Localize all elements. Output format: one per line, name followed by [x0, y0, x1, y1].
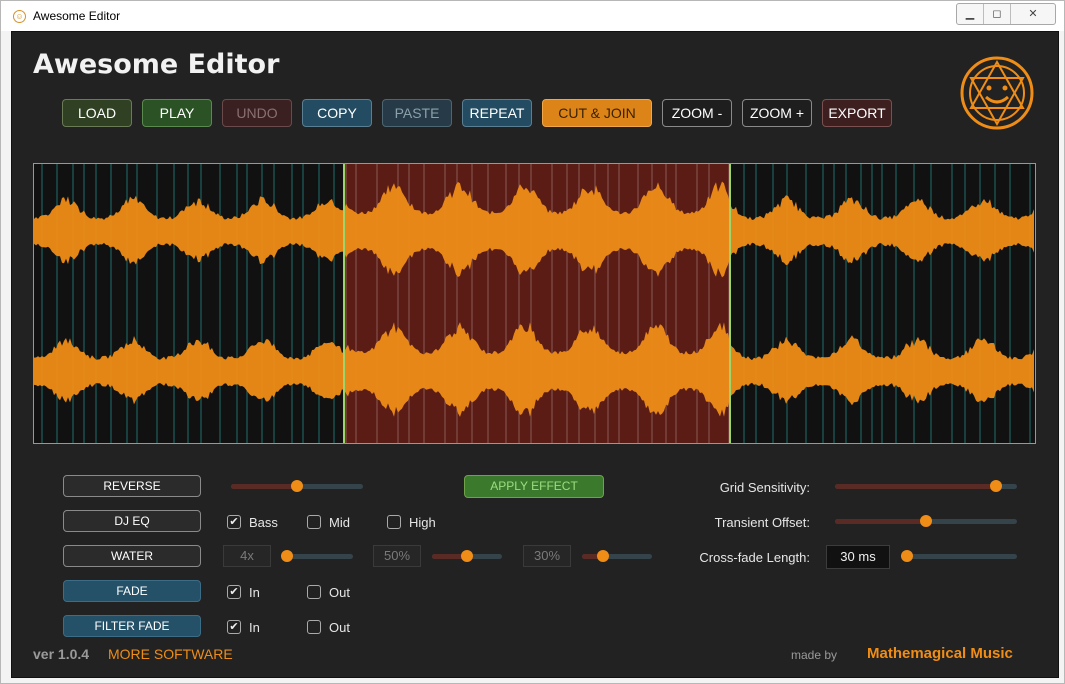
crossfade-length-knob[interactable] [901, 550, 913, 562]
fade-in-label: In [249, 585, 260, 600]
load-button[interactable]: LOAD [62, 99, 132, 127]
app-icon: ☺ [13, 10, 26, 23]
dj-eq-button[interactable]: DJ EQ [63, 510, 201, 532]
mid-checkbox[interactable] [307, 515, 321, 529]
waveform-display[interactable] [33, 163, 1036, 444]
transient-offset-slider[interactable] [835, 515, 1017, 527]
filter-fade-out-label: Out [329, 620, 350, 635]
transient-offset-fill [835, 519, 926, 524]
grid-sensitivity-label: Grid Sensitivity: [719, 480, 810, 495]
transient-offset-knob[interactable] [920, 515, 932, 527]
made-by-text: made by [791, 648, 838, 662]
export-button[interactable]: EXPORT [822, 99, 892, 127]
copy-button[interactable]: COPY [302, 99, 372, 127]
reverse-slider[interactable] [231, 480, 363, 492]
crossfade-length-value[interactable]: 30 ms [826, 545, 890, 569]
more-software-link[interactable]: MORE SOFTWARE [108, 646, 233, 662]
left-channel-wave [34, 181, 1034, 278]
smiley-logo-icon [960, 56, 1034, 130]
window-controls: ▁ ◻ ✕ [956, 3, 1056, 25]
water-factor-knob[interactable] [281, 550, 293, 562]
zoom-button[interactable]: ZOOM - [662, 99, 732, 127]
window-titlebar[interactable]: ☺ Awesome Editor ▁ ◻ ✕ [1, 1, 1064, 31]
filter-fade-out-checkbox[interactable] [307, 620, 321, 634]
transient-offset-label: Transient Offset: [714, 515, 810, 530]
company-link[interactable]: Mathemagical Music [867, 645, 1013, 662]
bass-checkbox[interactable]: ✔ [227, 515, 241, 529]
high-checkbox[interactable] [387, 515, 401, 529]
water-button[interactable]: WATER [63, 545, 201, 567]
reverse-slider-fill [231, 484, 297, 489]
crossfade-length-slider[interactable] [901, 550, 1017, 562]
filter-fade-in-label: In [249, 620, 260, 635]
repeat-button[interactable]: REPEAT [462, 99, 532, 127]
water-pct1-value: 50% [373, 545, 421, 567]
water-pct2-knob[interactable] [597, 550, 609, 562]
water-factor-value: 4x [223, 545, 271, 567]
window-title: Awesome Editor [33, 9, 121, 23]
version-text: ver 1.0.4 [33, 646, 90, 662]
reverse-slider-knob[interactable] [291, 480, 303, 492]
app-window: ☺ Awesome Editor ▁ ◻ ✕ Awesome Editor LO… [0, 0, 1065, 684]
fade-out-label: Out [329, 585, 350, 600]
water-pct2-value: 30% [523, 545, 571, 567]
play-button[interactable]: PLAY [142, 99, 212, 127]
paste-button[interactable]: PASTE [382, 99, 452, 127]
water-pct1-knob[interactable] [461, 550, 473, 562]
right-channel-wave [34, 322, 1034, 417]
water-pct1-slider[interactable] [432, 550, 502, 562]
grid-sensitivity-slider[interactable] [835, 480, 1017, 492]
fade-out-checkbox[interactable] [307, 585, 321, 599]
apply-effect-button[interactable]: APPLY EFFECT [464, 475, 604, 498]
app-title: Awesome Editor [33, 49, 280, 80]
zoom-button[interactable]: ZOOM + [742, 99, 812, 127]
undo-button[interactable]: UNDO [222, 99, 292, 127]
crossfade-length-label: Cross-fade Length: [699, 550, 810, 565]
mid-label: Mid [329, 515, 350, 530]
fade-in-checkbox[interactable]: ✔ [227, 585, 241, 599]
reverse-button[interactable]: REVERSE [63, 475, 201, 497]
editor-panel: Awesome Editor LOAD PLAY UNDO COPY PASTE REPE… [11, 31, 1059, 678]
high-label: High [409, 515, 436, 530]
filter-fade-in-checkbox[interactable]: ✔ [227, 620, 241, 634]
waveform-svg[interactable] [34, 164, 1035, 443]
minimize-icon[interactable]: ▁ [957, 4, 984, 24]
fade-button[interactable]: FADE [63, 580, 201, 602]
grid-sensitivity-knob[interactable] [990, 480, 1002, 492]
cut-join-button[interactable]: CUT & JOIN [542, 99, 652, 127]
filter-fade-button[interactable]: FILTER FADE [63, 615, 201, 637]
close-icon[interactable]: ✕ [1011, 4, 1055, 24]
maximize-icon[interactable]: ◻ [984, 4, 1011, 24]
bass-label: Bass [249, 515, 278, 530]
grid-sensitivity-fill [835, 484, 996, 489]
water-factor-slider[interactable] [281, 550, 353, 562]
